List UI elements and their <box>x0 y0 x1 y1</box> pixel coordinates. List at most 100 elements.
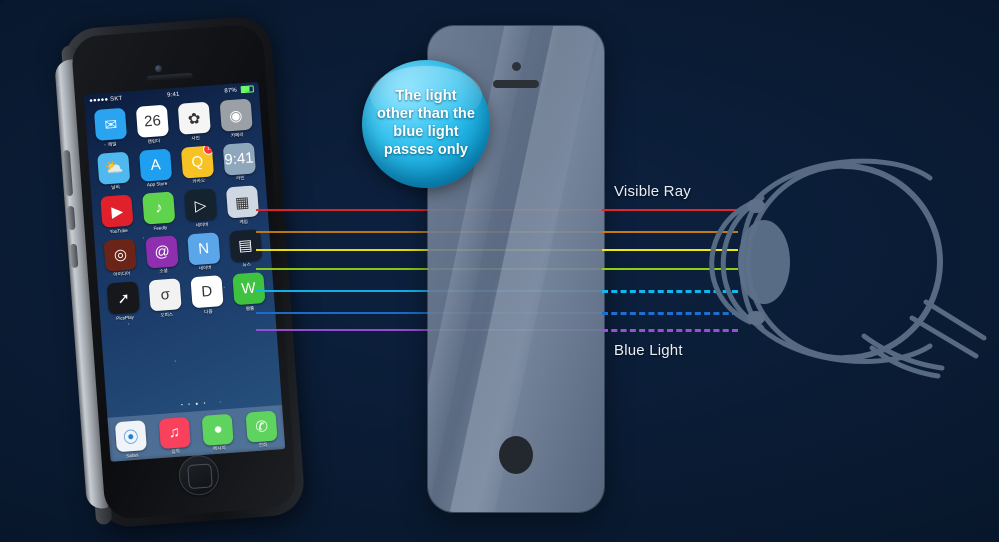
app-glyph-icon: D <box>190 275 224 309</box>
app-glyph-icon: N <box>187 231 221 265</box>
app-label: 게임 <box>239 218 248 225</box>
app-glyph-icon: ✿ <box>177 101 211 135</box>
status-battery-percent: 87% <box>224 87 238 95</box>
dock-glyph-icon: ♫ <box>158 416 191 449</box>
app-icon-3-1[interactable]: @ 소셜 <box>142 234 182 276</box>
filter-home-button-cutout <box>499 436 533 474</box>
dock-item-0[interactable]: ⦿ Safari <box>114 420 148 459</box>
app-label: 다음 <box>203 308 213 314</box>
app-glyph-icon: σ <box>148 278 182 312</box>
battery-icon <box>240 85 255 94</box>
app-label: 네이버 <box>195 221 209 228</box>
app-glyph-icon: W <box>231 272 266 306</box>
app-glyph-icon: @ <box>145 234 179 268</box>
app-glyph-icon: ▦ <box>225 185 259 219</box>
app-icon-4-1[interactable]: σ 오피스 <box>145 278 185 319</box>
app-label: 라인 <box>235 175 245 181</box>
app-icon-2-1[interactable]: ♪ Feedly <box>139 191 179 232</box>
home-button[interactable] <box>177 453 221 497</box>
app-icon-3-0[interactable]: ◎ 아이디어 <box>100 237 140 279</box>
app-icon-2-3[interactable]: ▦ 게임 <box>222 185 262 226</box>
app-icon-1-1[interactable]: A App Store <box>136 148 176 189</box>
notification-badge: 1 <box>202 144 214 155</box>
app-icon-0-3[interactable]: ◉ 카메라 <box>216 98 256 139</box>
app-label: 웹툴 <box>245 305 255 311</box>
dock-label: 메시지 <box>212 445 226 452</box>
app-label: 네이버 <box>198 264 212 271</box>
ciliary-body-top <box>747 199 765 213</box>
sclera-wall <box>841 163 943 361</box>
app-glyph-icon: ▤ <box>228 228 262 262</box>
dock-glyph-icon: ✆ <box>245 410 278 443</box>
app-icon-3-2[interactable]: N 네이버 <box>184 231 224 273</box>
phone-screen[interactable]: ●●●●● SKT 9:41 87% ✉ 메일 26 캠린더 ✿ 사진 ◉ 카메라 ⛅ 날씨 A Ap… <box>83 81 286 462</box>
app-label: 카메라 <box>230 131 244 138</box>
app-label: 메일 <box>107 140 117 147</box>
app-glyph-icon: 26 <box>135 104 170 138</box>
label-blue-light: Blue Light <box>614 342 683 359</box>
app-icon-0-2[interactable]: ✿ 사진 <box>174 101 214 142</box>
app-label: 날씨 <box>111 184 120 190</box>
app-icon-0-1[interactable]: 26 캠린더 <box>133 104 173 145</box>
app-grid: ✉ 메일 26 캠린더 ✿ 사진 ◉ 카메라 ⛅ 날씨 A App Store Q 1 카카오 9:41 라인 ▶… <box>91 98 269 322</box>
status-time: 9:41 <box>166 91 180 99</box>
lens <box>738 220 790 304</box>
dock-glyph-icon: ● <box>201 413 235 446</box>
app-glyph-icon: ◉ <box>219 98 253 132</box>
label-visible-ray: Visible Ray <box>614 183 691 200</box>
app-label: 사진 <box>191 134 200 141</box>
app-label: App Store <box>146 180 168 188</box>
infographic-canvas: ●●●●● SKT 9:41 87% ✉ 메일 26 캠린더 ✿ 사진 ◉ 카메라 ⛅ 날씨 A Ap… <box>0 0 999 542</box>
app-icon-1-0[interactable]: ⛅ 날씨 <box>94 151 134 192</box>
app-glyph-icon: ➚ <box>107 281 141 315</box>
app-label: 소셜 <box>159 268 168 274</box>
dock-item-3[interactable]: ✆ 전화 <box>245 410 279 450</box>
iphone-device: ●●●●● SKT 9:41 87% ✉ 메일 26 캠린더 ✿ 사진 ◉ 카메라 ⛅ 날씨 A Ap… <box>44 14 320 530</box>
app-glyph-icon: ♪ <box>142 191 176 225</box>
callout-bubble: The light other than the blue light passes … <box>362 60 490 188</box>
dock-item-2[interactable]: ● 메시지 <box>201 413 235 453</box>
app-glyph-icon: ▶ <box>100 194 134 228</box>
app-glyph-icon: ✉ <box>94 107 128 141</box>
dock-label: 음악 <box>171 448 181 455</box>
app-icon-0-0[interactable]: ✉ 메일 <box>91 107 131 148</box>
app-icon-4-0[interactable]: ➚ PicsPlay <box>104 281 144 322</box>
app-glyph-icon: ⛅ <box>97 151 131 185</box>
app-icon-1-3[interactable]: 9:41 라인 <box>219 141 259 183</box>
filter-speaker-cutout <box>493 80 539 88</box>
app-icon-1-2[interactable]: Q 1 카카오 <box>177 144 217 186</box>
app-label: 뉴스 <box>242 261 252 268</box>
ciliary-body-bottom <box>747 311 765 325</box>
callout-line-1: other than the <box>376 106 476 123</box>
app-icon-4-3[interactable]: W 웹툴 <box>229 272 269 313</box>
eye-diagram <box>709 158 987 379</box>
app-label: YouTube <box>109 227 128 234</box>
app-label: 카카오 <box>192 178 206 184</box>
dock-label: Safari <box>125 452 139 459</box>
callout-line-2: blue light <box>393 124 459 140</box>
filter-camera-cutout <box>512 62 521 71</box>
app-label: Feedly <box>153 224 168 231</box>
app-label: 캠린더 <box>147 137 161 144</box>
app-icon-4-2[interactable]: D 다음 <box>187 275 227 316</box>
app-label: PicsPlay <box>116 314 135 321</box>
status-battery-area: 87% <box>224 85 255 95</box>
dock-label: 전화 <box>258 442 268 449</box>
callout-bubble-text: The light other than the blue light passes … <box>371 88 481 160</box>
app-glyph-icon: A <box>139 148 173 182</box>
app-icon-2-0[interactable]: ▶ YouTube <box>97 194 137 235</box>
earpiece-speaker <box>146 72 193 83</box>
dock-item-1[interactable]: ♫ 음악 <box>158 416 191 457</box>
callout-line-3: passes only <box>383 141 469 158</box>
status-carrier: ●●●●● SKT <box>88 95 123 104</box>
front-camera-icon <box>154 64 163 73</box>
app-glyph-icon: Q1 <box>180 144 214 179</box>
app-glyph-icon: ◎ <box>103 237 138 272</box>
dock-glyph-icon: ⦿ <box>114 420 147 453</box>
app-label: 오피스 <box>160 311 174 318</box>
app-glyph-icon: ▷ <box>183 188 218 222</box>
callout-line-0: The light <box>395 88 457 105</box>
app-label: 아이디어 <box>113 270 131 278</box>
app-glyph-icon: 9:41 <box>222 141 256 176</box>
app-icon-2-2[interactable]: ▷ 네이버 <box>181 188 221 229</box>
